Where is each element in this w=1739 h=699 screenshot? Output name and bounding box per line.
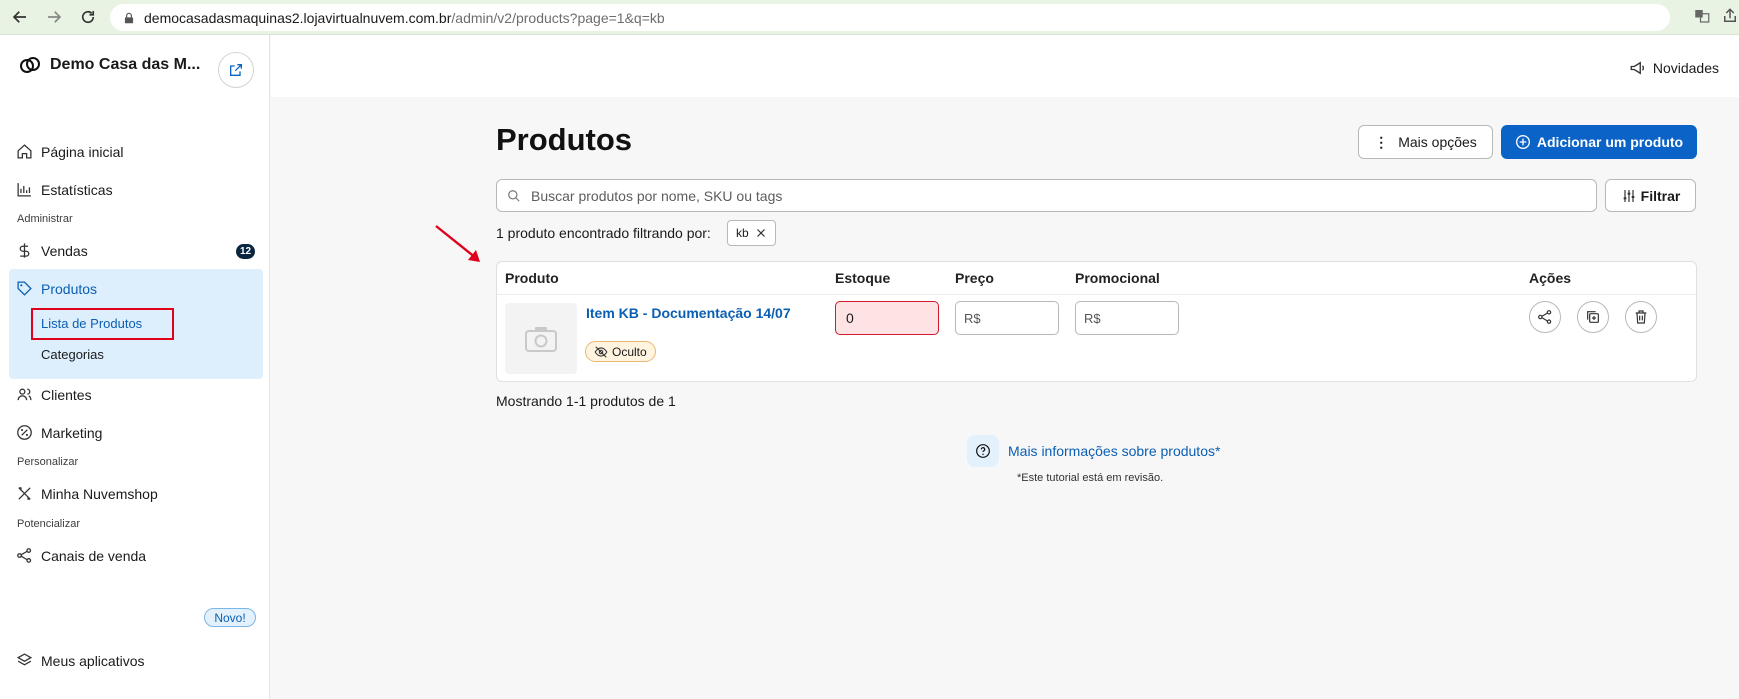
sidebar-item-stats[interactable]: Estatísticas — [16, 181, 113, 198]
sidebar-item-my-apps[interactable]: Meus aplicativos — [16, 652, 145, 669]
page-title: Produtos — [496, 122, 633, 157]
users-icon — [17, 388, 32, 401]
translate-icon[interactable] — [1693, 7, 1711, 25]
filter-button[interactable]: Filtrar — [1605, 179, 1696, 212]
new-badge: Novo! — [204, 608, 256, 627]
plus-circle-icon — [1515, 135, 1530, 149]
sidebar-item-label: Vendas — [41, 242, 88, 259]
share-nodes-icon — [17, 548, 32, 563]
sidebar-item-sales[interactable]: Vendas — [16, 242, 88, 259]
sliders-icon — [1623, 189, 1634, 202]
stock-input[interactable]: 0 — [835, 301, 939, 335]
column-header-stock: Estoque — [835, 270, 891, 286]
sidebar-item-label: Canais de venda — [41, 547, 147, 564]
more-options-button[interactable]: ⋮ Mais opções — [1358, 125, 1493, 159]
store-name: Demo Casa das M... — [50, 56, 201, 73]
megaphone-icon — [1630, 61, 1644, 75]
sidebar-item-label: Minha Nuvemshop — [41, 485, 158, 502]
sidebar-item-products[interactable]: Produtos — [16, 280, 97, 297]
section-label-admin: Administrar — [17, 213, 73, 225]
duplicate-icon — [1587, 311, 1599, 323]
sidebar-item-customers[interactable]: Clientes — [16, 386, 92, 403]
share-product-button[interactable] — [1529, 301, 1561, 333]
column-header-promo: Promocional — [1075, 270, 1160, 286]
open-store-button[interactable] — [218, 52, 254, 88]
sidebar-subitem-categories[interactable]: Categorias — [41, 347, 104, 362]
browser-toolbar: democasadasmaquinas2.lojavirtualnuvem.co… — [0, 0, 1739, 35]
eye-off-icon — [594, 345, 608, 358]
lock-icon — [124, 12, 134, 23]
sidebar-item-label: Clientes — [41, 386, 92, 403]
results-found-text: 1 produto encontrado filtrando por: — [496, 225, 711, 241]
status-label: Oculto — [612, 344, 647, 359]
add-product-label: Adicionar um produto — [1536, 134, 1684, 150]
status-badge: Oculto — [585, 341, 656, 362]
section-label-customize: Personalizar — [17, 456, 79, 468]
external-link-icon — [230, 64, 242, 76]
back-icon[interactable] — [6, 3, 34, 31]
column-header-actions: Ações — [1529, 270, 1572, 286]
close-icon[interactable] — [755, 227, 767, 239]
camera-icon — [525, 326, 557, 352]
help-icon[interactable] — [967, 435, 999, 467]
reload-icon[interactable] — [74, 3, 102, 31]
apps-icon — [16, 653, 33, 666]
product-thumbnail[interactable] — [505, 303, 577, 374]
section-label-boost: Potencializar — [17, 518, 80, 530]
header-divider — [497, 294, 1696, 295]
sidebar-item-home[interactable]: Página inicial — [16, 143, 124, 160]
sidebar-item-marketing[interactable]: Marketing — [16, 424, 102, 441]
filter-chip-label: kb — [736, 226, 749, 240]
percent-icon — [17, 425, 32, 440]
products-table: Produto Estoque Preço Promocional Ações … — [496, 261, 1697, 382]
help-link[interactable]: Mais informações sobre produtos* — [1008, 443, 1220, 459]
sidebar-item-my-nuvemshop[interactable]: Minha Nuvemshop — [16, 485, 158, 502]
price-input[interactable]: R$ — [955, 301, 1059, 335]
filter-chip[interactable]: kb — [727, 220, 776, 246]
tools-icon — [18, 487, 31, 500]
url-host: democasadasmaquinas2.lojavirtualnuvem.co… — [144, 9, 452, 26]
add-product-button[interactable]: Adicionar um produto — [1501, 125, 1697, 159]
promo-price-input[interactable]: R$ — [1075, 301, 1179, 335]
cloud-logo-icon — [20, 57, 40, 73]
search-icon — [508, 189, 520, 202]
more-options-label: Mais opções — [1398, 134, 1477, 150]
bar-chart-icon — [17, 183, 31, 197]
forward-icon[interactable] — [40, 3, 68, 31]
sidebar-item-label: Página inicial — [41, 143, 124, 160]
help-note: *Este tutorial está em revisão. — [1017, 472, 1164, 484]
delete-product-button[interactable] — [1625, 301, 1657, 333]
sales-count-badge: 12 — [236, 244, 255, 259]
sidebar-item-sales-channels[interactable]: Canais de venda — [16, 547, 146, 564]
more-vertical-icon: ⋮ — [1374, 133, 1389, 150]
sidebar-item-label: Estatísticas — [41, 181, 113, 198]
sidebar-item-label: Marketing — [41, 424, 103, 441]
top-header: Novidades — [271, 35, 1739, 97]
share-icon[interactable] — [1721, 7, 1739, 25]
highlight-box — [31, 308, 174, 340]
red-arrow-annotation — [435, 225, 480, 262]
search-input[interactable] — [531, 187, 1531, 204]
sidebar-item-label: Produtos — [41, 280, 98, 297]
duplicate-product-button[interactable] — [1577, 301, 1609, 333]
filter-label: Filtrar — [1640, 187, 1681, 204]
column-header-price: Preço — [955, 270, 994, 286]
dollar-icon — [19, 243, 30, 258]
store-header: Demo Casa das M... — [18, 53, 200, 77]
share-nodes-icon — [1538, 310, 1552, 324]
news-button[interactable]: Novidades — [1629, 59, 1719, 77]
news-label: Novidades — [1652, 60, 1719, 76]
address-bar[interactable]: democasadasmaquinas2.lojavirtualnuvem.co… — [110, 4, 1670, 31]
trash-icon — [1635, 310, 1647, 324]
tag-icon — [17, 281, 32, 296]
home-icon — [17, 144, 32, 159]
pagination-summary: Mostrando 1-1 produtos de 1 — [496, 393, 676, 409]
sidebar-item-label: Meus aplicativos — [41, 652, 145, 669]
product-name-link[interactable]: Item KB - Documentação 14/07 — [586, 305, 791, 321]
column-header-product: Produto — [505, 270, 559, 286]
search-box — [496, 179, 1597, 212]
url-path: /admin/v2/products?page=1&q=kb — [451, 9, 665, 26]
